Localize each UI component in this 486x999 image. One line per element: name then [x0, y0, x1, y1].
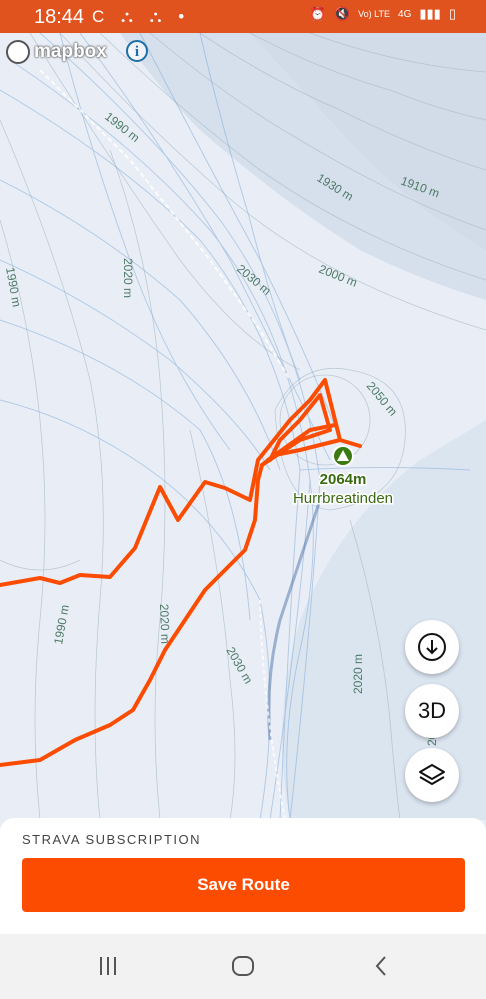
bottom-sheet: STRAVA SUBSCRIPTION Save Route — [0, 818, 486, 934]
status-bar: 18:44 C ⛬ ⛬ • ⏰ 🔇 Vo) LTE 4G ▮▮▮ ▯ — [0, 0, 486, 33]
contour-label: 2020 m — [121, 258, 135, 298]
signal-icon: ▮▮▮ — [419, 6, 441, 21]
save-route-button[interactable]: Save Route — [22, 858, 465, 912]
back-icon — [375, 956, 386, 976]
volte-icon: Vo) LTE — [358, 9, 391, 19]
mapbox-wordmark: mapbox — [34, 41, 107, 62]
3d-toggle-button[interactable]: 3D — [405, 684, 459, 738]
alarm-icon: ⏰ — [309, 6, 326, 21]
notification-icons: C ⛬ ⛬ • — [92, 7, 191, 26]
attribution-info-icon[interactable]: i — [126, 40, 148, 62]
contour-label: 2020 m — [157, 604, 172, 644]
system-nav-bar — [0, 934, 486, 999]
mapbox-mark-icon — [6, 40, 30, 64]
peak-name: Hurrbreatinden — [293, 490, 393, 507]
mute-icon: 🔇 — [333, 6, 351, 21]
back-button[interactable] — [370, 954, 394, 983]
download-button[interactable] — [405, 620, 459, 674]
subscription-label: STRAVA SUBSCRIPTION — [22, 832, 201, 847]
system-icons: ⏰ 🔇 Vo) LTE 4G ▮▮▮ ▯ — [310, 6, 456, 22]
download-icon — [418, 633, 446, 661]
recents-icon — [100, 957, 116, 975]
recent-apps-button[interactable] — [96, 954, 120, 983]
status-time: 18:44 — [34, 6, 85, 28]
battery-icon: ▯ — [448, 6, 456, 21]
home-button[interactable] — [231, 954, 255, 983]
map-layers-button[interactable] — [405, 748, 459, 802]
4g-icon: 4G — [398, 8, 412, 20]
mapbox-logo: mapbox — [6, 40, 107, 64]
peak-elevation: 2064m — [320, 471, 367, 488]
layers-icon — [419, 764, 445, 785]
contour-label: 2020 m — [351, 654, 365, 694]
home-icon — [232, 956, 254, 976]
